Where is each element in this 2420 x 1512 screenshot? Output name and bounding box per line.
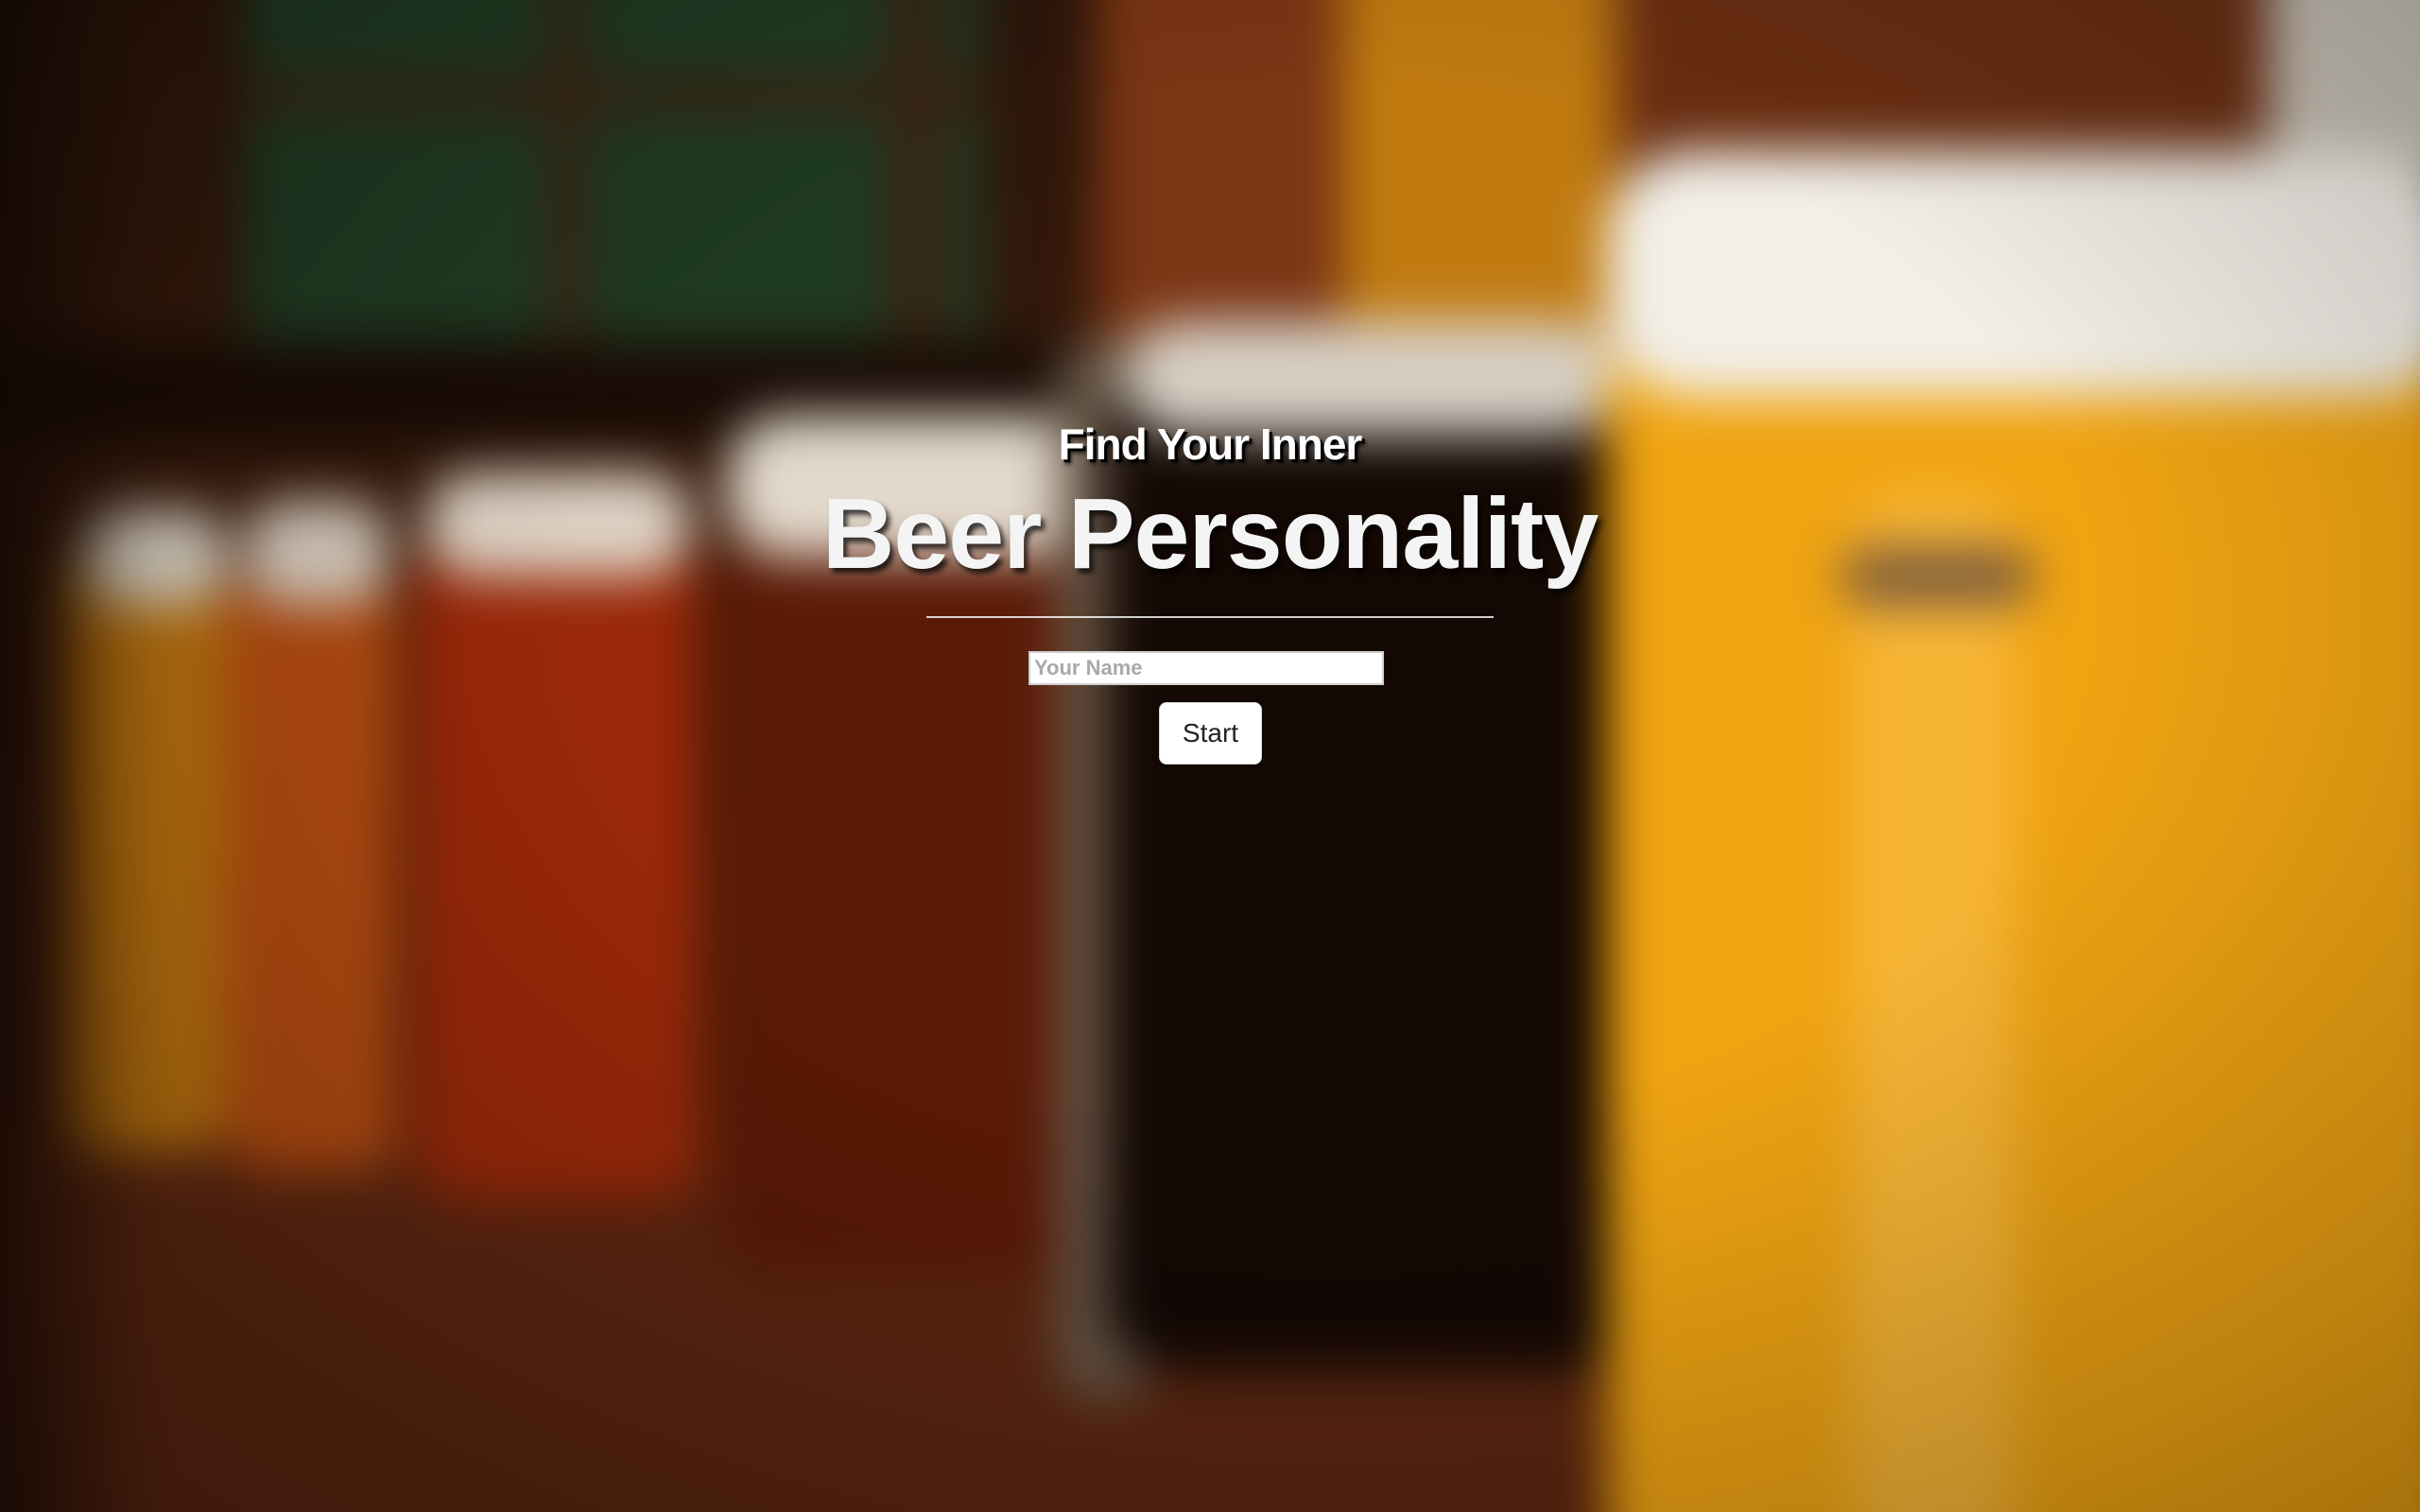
page-title: Beer Personality (821, 478, 1599, 590)
hero-eyebrow: Find Your Inner (1058, 420, 1363, 469)
start-button[interactable]: Start (1159, 702, 1262, 765)
name-input[interactable] (1028, 651, 1384, 685)
landing-page: Find Your Inner Beer Personality Start (0, 0, 2420, 1512)
title-divider (926, 616, 1494, 618)
